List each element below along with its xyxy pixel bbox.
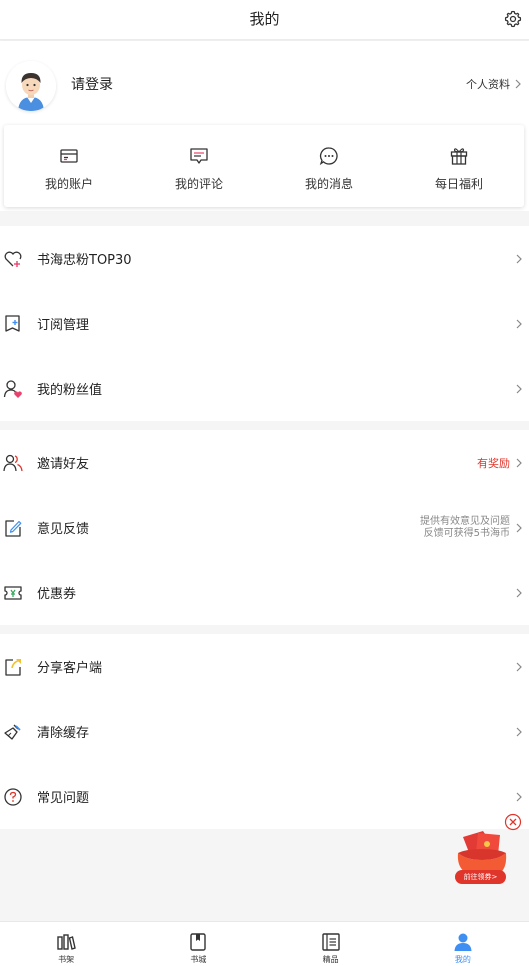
bottom-tab-bar: 书架 书城 精品 我的	[0, 921, 529, 966]
menu-item-faq[interactable]: 常见问题	[0, 764, 529, 829]
share-icon	[5, 658, 21, 676]
gear-icon[interactable]	[503, 9, 523, 29]
quick-actions-card: 我的账户 我的评论 我的消息 每日福利	[4, 125, 524, 207]
menu-item-label: 分享客户端	[37, 661, 103, 676]
quick-action-comments[interactable]: 我的评论	[134, 125, 264, 207]
feedback-hint-line2: 反馈可获得5书海币	[423, 527, 510, 539]
bookstore-icon	[190, 933, 207, 951]
chevron-right-icon	[516, 523, 522, 532]
user-icon	[454, 933, 472, 951]
menu-item-invite-friends[interactable]: 邀请好友 有奖励	[0, 430, 529, 495]
quick-action-label: 我的账户	[44, 177, 93, 191]
chevron-right-icon	[516, 727, 522, 736]
avatar-face-icon	[6, 61, 56, 111]
menu-item-clear-cache[interactable]: 清除缓存	[0, 699, 529, 764]
edit-feedback-icon	[5, 519, 22, 537]
tab-bookstore[interactable]: 书城	[132, 922, 264, 966]
quick-action-label: 我的评论	[174, 177, 223, 191]
tab-label: 书城	[190, 955, 207, 964]
menu-item-share[interactable]: 分享客户端	[0, 634, 529, 699]
tab-mine[interactable]: 我的	[397, 922, 529, 966]
coupon-icon	[4, 585, 22, 600]
menu-item-label: 书海忠粉TOP30	[37, 253, 132, 268]
question-icon	[4, 787, 22, 806]
menu-group-fans: 书海忠粉TOP30 订阅管理 我的粉丝值	[0, 226, 529, 421]
menu-item-label: 清除缓存	[37, 726, 90, 741]
comment-icon	[190, 148, 208, 164]
chevron-right-icon	[516, 662, 522, 671]
tab-label: 书架	[58, 955, 75, 964]
feedback-hint: 提供有效意见及问题 反馈可获得5书海币	[420, 516, 510, 540]
menu-item-label: 邀请好友	[37, 457, 90, 472]
subscribe-bookmark-icon	[5, 314, 20, 332]
chevron-right-icon	[516, 458, 522, 467]
menu-item-label: 我的粉丝值	[37, 383, 103, 398]
quick-action-messages[interactable]: 我的消息	[264, 125, 394, 207]
wallet-card-icon	[60, 149, 78, 163]
menu-item-label: 订阅管理	[37, 318, 90, 333]
tab-label: 我的	[454, 955, 471, 964]
quick-action-label: 每日福利	[434, 177, 483, 191]
users-icon	[3, 454, 23, 471]
chevron-right-icon	[516, 384, 522, 393]
avatar[interactable]	[6, 61, 56, 111]
top-header: 我的	[0, 0, 529, 40]
floating-ad-label: 前往领券>	[455, 870, 506, 884]
feedback-hint-line1: 提供有效意见及问题	[420, 515, 510, 527]
chevron-right-icon	[516, 319, 522, 328]
menu-item-coupon[interactable]: 优惠券	[0, 560, 529, 625]
bookshelf-icon	[57, 934, 76, 950]
menu-item-label: 意见反馈	[37, 522, 90, 537]
featured-book-icon	[321, 933, 340, 951]
broom-icon	[4, 724, 21, 740]
gift-icon	[450, 148, 468, 165]
login-link[interactable]: 请登录	[71, 74, 113, 94]
chevron-right-icon	[516, 588, 522, 597]
personal-info-link[interactable]: 个人资料	[466, 76, 521, 92]
menu-item-fan-value[interactable]: 我的粉丝值	[0, 356, 529, 421]
tab-bookshelf[interactable]: 书架	[0, 922, 132, 966]
menu-item-label: 常见问题	[37, 791, 90, 806]
tab-featured[interactable]: 精品	[265, 922, 397, 966]
heart-plus-icon	[4, 251, 22, 267]
menu-group-misc: 分享客户端 清除缓存 常见问题	[0, 634, 529, 829]
chevron-right-icon	[515, 79, 521, 89]
menu-item-subscription[interactable]: 订阅管理	[0, 291, 529, 356]
user-heart-icon	[3, 379, 22, 398]
quick-action-label: 我的消息	[304, 177, 353, 191]
chevron-right-icon	[516, 792, 522, 801]
reward-badge: 有奖励	[477, 456, 510, 470]
chevron-right-icon	[516, 254, 522, 263]
menu-item-feedback[interactable]: 意见反馈 提供有效意见及问题 反馈可获得5书海币	[0, 495, 529, 560]
message-bubble-icon	[319, 147, 338, 166]
tab-label: 精品	[322, 955, 339, 964]
menu-item-top30[interactable]: 书海忠粉TOP30	[0, 226, 529, 291]
quick-action-account[interactable]: 我的账户	[4, 125, 134, 207]
floating-coupon-ad[interactable]: 前往领券>	[452, 813, 522, 888]
personal-info-label: 个人资料	[466, 78, 510, 91]
menu-group-invite: 邀请好友 有奖励 意见反馈 提供有效意见及问题 反馈可获得5书海币 优惠券	[0, 430, 529, 625]
page-title: 我的	[249, 10, 280, 28]
menu-item-label: 优惠券	[37, 587, 77, 602]
quick-action-daily-welfare[interactable]: 每日福利	[394, 125, 524, 207]
